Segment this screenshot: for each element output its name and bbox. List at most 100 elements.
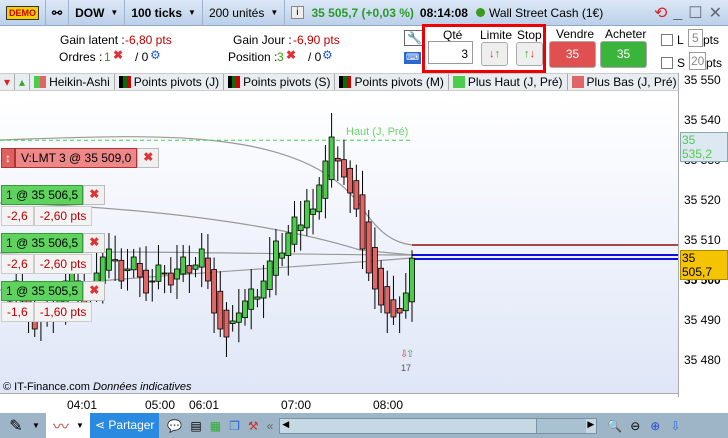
indicator-item[interactable]: Plus Bas (J, Pré) [568,74,678,90]
comment-icon[interactable]: 💬 [167,419,182,433]
candle-body [106,248,112,271]
scroll-left-icon[interactable]: ◀ [282,419,289,430]
maximize-icon[interactable]: ☐ [688,3,702,23]
rewind-icon[interactable]: « [267,419,274,433]
disclaimer-text: Données indicatives [93,381,192,393]
l-pts: pts [703,33,720,47]
candle-body [217,290,224,330]
zoom-out-icon[interactable]: ⊖ [630,419,640,433]
gear-icon[interactable]: ⚙ [150,48,161,62]
position-tag[interactable]: 1 @ 35 505,5 ✖ [1,281,106,301]
close-position-icon[interactable]: ✖ [83,185,106,205]
candle-body [161,272,168,275]
y-tick-label: 35 510 [684,233,721,247]
expand-icon[interactable]: ▴ [15,74,31,90]
indicator-label: Heikin-Ashi [49,75,110,89]
drawing-tools-icon[interactable]: ✎ [0,416,32,436]
s-checkbox[interactable] [661,57,673,69]
scroll-thumb[interactable] [536,418,587,433]
stop-order-button[interactable]: ↑↓ [516,42,543,66]
gear-icon[interactable]: ⚙ [322,48,333,62]
l-label: L [677,33,684,47]
position-count: 3 [277,50,284,64]
units-select[interactable]: 200 unités ▼ [203,0,286,26]
sell-button[interactable]: 35 503,9 [549,41,596,86]
buy-button[interactable]: 35 507,5 [600,41,647,86]
qty-input[interactable]: 3 [428,41,473,64]
close-icon[interactable]: ✕ [709,3,722,23]
instrument-select[interactable]: DOW ▼ [69,0,126,26]
info-icon[interactable]: i [291,6,304,19]
time-axis[interactable]: 04:01 05:00 06:01 07:00 08:00 [0,393,678,413]
dropdown-caret[interactable]: ▼ [76,413,90,438]
candle-body [359,194,366,250]
pending-order-tag[interactable]: ↕ V:LMT 3 @ 35 509,0 ✖ [1,148,160,168]
indicator-item[interactable]: Points pivots (J) [115,74,225,90]
close-position-icon[interactable]: ✖ [286,48,296,62]
refresh-icon[interactable]: ⟲ [654,3,667,23]
candle-body [402,292,409,312]
candle-body [378,267,384,306]
l-input[interactable]: 5 [688,29,703,47]
candle-body [136,263,143,278]
dropdown-caret[interactable]: ▼ [32,421,46,430]
y-tick-label: 35 520 [684,193,721,207]
share-button[interactable]: ⋖ Partager [90,413,160,438]
horizontal-scrollbar[interactable]: ◀ ▶ [279,417,598,434]
quote-time: 08:14:08 [419,5,468,20]
candle-body [347,167,354,194]
scroll-right-icon[interactable]: ▶ [587,419,594,430]
close-position-icon[interactable]: ✖ [83,281,106,301]
position-tag[interactable]: 1 @ 35 506,5 ✖ [1,185,106,205]
ticks-label: 100 ticks [131,5,183,20]
indicator-swatch-icon [571,76,584,88]
keyboard-icon[interactable]: ⌨ [404,52,421,64]
indicator-item[interactable]: Points pivots (M) [335,74,449,90]
ordres-count: 1 [104,50,111,64]
ordres-zero: / 0 [135,50,149,64]
indicator-swatch-icon [118,76,131,88]
indicator-bar: ▾ ▴ Heikin-Ashi Points pivots (J) Points p… [0,73,678,91]
candle-body [242,300,248,319]
close-position-icon[interactable]: ✖ [83,233,106,253]
candle-body [254,296,261,300]
cancel-order-icon[interactable]: ✖ [137,148,160,168]
units-label: 200 unités [208,5,265,20]
zoom-in-icon[interactable]: ⊕ [650,419,660,433]
indicator-item[interactable]: Heikin-Ashi [30,74,115,90]
price-axis[interactable]: 35 55035 54035 53035 52035 51035 50035 4… [678,73,728,397]
candle-body [211,269,217,314]
settings-icon[interactable]: ⚒ [248,419,259,433]
indicator-item[interactable]: Plus Haut (J, Pré) [449,74,568,90]
buy-signal-icon: ⇧ [406,349,414,360]
indicator-label: Points pivots (J) [133,75,220,89]
scroll-end-icon[interactable]: ⇩ [670,419,680,433]
status-dot-icon [475,8,485,17]
s-input[interactable]: 20 [689,52,707,70]
cancel-orders-icon[interactable]: ✖ [113,48,123,62]
indicators-icon[interactable]: 〰 [46,413,76,438]
windows-icon[interactable]: ❐ [229,419,240,433]
position-pl: -2,6 -2,60 pts [1,254,93,274]
orderbook-icon[interactable]: ▦ [210,419,221,433]
link-icon[interactable]: ⚯ [46,0,70,26]
position-tag[interactable]: 1 @ 35 506,5 ✖ [1,233,106,253]
limit-order-button[interactable]: ↓↑ [481,42,508,66]
position-label: Position : [228,50,278,64]
ticks-select[interactable]: 100 ticks ▼ [125,0,203,26]
demo-icon[interactable]: DEMO [0,0,46,26]
share-label: Partager [108,418,155,432]
collapse-icon[interactable]: ▾ [0,74,16,90]
gain-latent-label: Gain latent : [60,33,125,47]
drag-handle-icon[interactable]: ↕ [1,148,15,168]
l-checkbox[interactable] [661,34,673,46]
instrument-name: Wall Street Cash (1€) [488,5,604,20]
minimize-icon[interactable]: _ [673,4,682,22]
indicator-item[interactable]: Points pivots (S) [224,74,336,90]
x-tick-label: 07:00 [280,398,312,412]
candle-body [365,221,372,274]
position-label: 1 @ 35 505,5 [1,281,84,301]
report-icon[interactable]: ▤ [190,419,201,433]
candle-body [390,299,397,318]
autoscale-icon[interactable]: 🔍 [607,419,622,433]
